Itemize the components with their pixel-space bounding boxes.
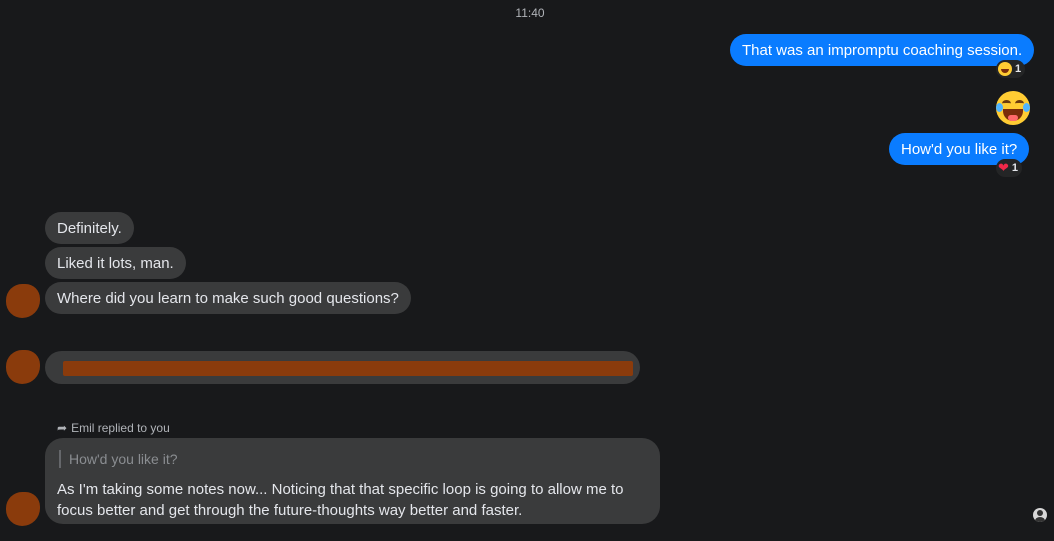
face-with-tears-of-joy-icon[interactable]: [996, 91, 1030, 125]
incoming-message[interactable]: Where did you learn to make such good qu…: [45, 282, 411, 314]
red-heart-icon: ❤: [998, 160, 1009, 175]
message-text: How'd you like it?: [901, 141, 1018, 158]
contact-avatar[interactable]: [6, 350, 40, 384]
message-reaction[interactable]: 1: [996, 60, 1026, 78]
contact-avatar[interactable]: [6, 492, 40, 526]
reply-label-text: Emil replied to you: [71, 421, 170, 435]
message-text: Liked it lots, man.: [57, 255, 174, 272]
incoming-message[interactable]: Liked it lots, man.: [45, 247, 186, 279]
reaction-count: 1: [1011, 162, 1019, 174]
message-text: That was an impromptu coaching session.: [742, 42, 1023, 59]
message-text: Definitely.: [57, 220, 122, 237]
reply-indicator: ➦ Emil replied to you: [57, 421, 170, 435]
incoming-message[interactable]: Definitely.: [45, 212, 134, 244]
seen-avatar-icon: [1033, 508, 1047, 522]
quoted-message: How'd you like it?: [59, 450, 178, 468]
outgoing-message[interactable]: That was an impromptu coaching session.: [730, 34, 1035, 66]
reaction-count: 1: [1015, 63, 1022, 75]
message-text: Where did you learn to make such good qu…: [57, 290, 399, 307]
reply-message[interactable]: How'd you like it? As I'm taking some no…: [45, 438, 660, 524]
contact-avatar[interactable]: [6, 284, 40, 318]
message-text: As I'm taking some notes now... Noticing…: [57, 481, 624, 519]
reply-arrow-icon: ➦: [57, 421, 68, 435]
grinning-face-icon: [998, 62, 1012, 76]
redacted-text: [63, 361, 633, 376]
timestamp: 11:40: [515, 6, 545, 20]
message-reaction[interactable]: ❤ 1: [996, 159, 1023, 177]
